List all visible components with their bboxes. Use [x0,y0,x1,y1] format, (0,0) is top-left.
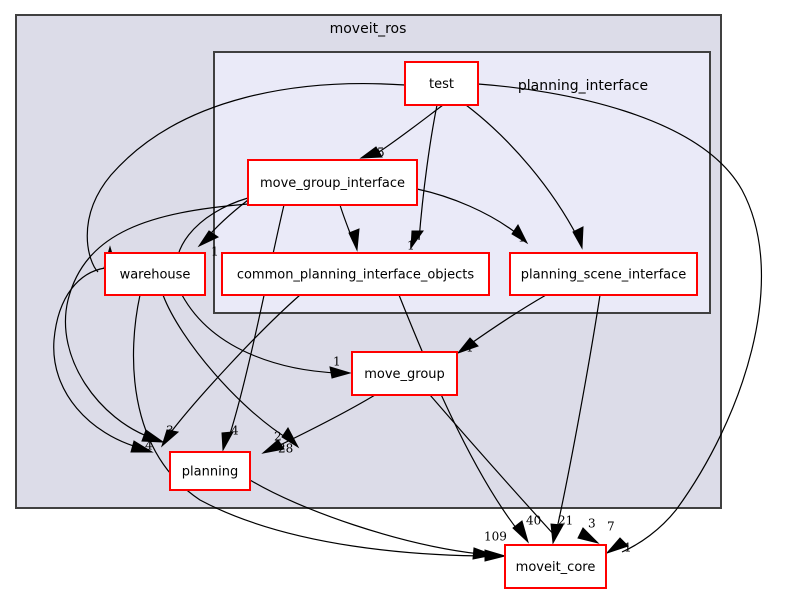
dependency-graph: moveit_ros planning_interface 51411114124… [0,0,792,596]
node-planning[interactable]: planning [169,451,251,491]
edge-weight-label: 3 [588,517,596,531]
node-move_group[interactable]: move_group [351,351,458,396]
node-common_planning_interface_objects[interactable]: common_planning_interface_objects [221,252,490,296]
node-label: planning [182,465,238,480]
node-label: planning_scene_interface [521,268,687,283]
edge-weight-label: 40 [526,514,541,528]
node-label: moveit_core [516,560,596,575]
edge-weight-label: 7 [607,520,615,534]
edge-weight-label: 1 [518,231,526,245]
edge-weight-label: 109 [484,530,507,544]
edge-weight-label: 4 [231,424,239,438]
edge-weight-label: 28 [278,442,293,456]
node-label: move_group [364,367,445,382]
cluster-label-moveit_ros: moveit_ros [330,21,407,37]
edge-weight-label: 1 [466,341,474,355]
edge-weight-label: 1 [351,231,359,245]
edge-weight-label: 3 [166,424,174,438]
node-label: move_group_interface [260,176,405,191]
edge-weight-label: 1 [211,245,219,259]
graph-canvas: moveit_rosplanning_interface 514111 14124… [15,14,762,589]
edge-weight-label: 5 [377,146,385,160]
edge-weight-label: 1 [624,541,632,555]
edge-weight-label: 4 [576,227,584,241]
node-moveit_core[interactable]: moveit_core [504,544,607,589]
node-label: test [429,77,454,92]
node-planning_scene_interface[interactable]: planning_scene_interface [509,252,698,296]
node-test[interactable]: test [404,61,479,106]
node-label: warehouse [120,268,191,283]
cluster-label-planning_interface: planning_interface [518,78,648,94]
edge-weight-label: 1 [407,239,415,253]
node-move_group_interface[interactable]: move_group_interface [247,159,418,206]
edge-weight-label: 1 [333,355,341,369]
node-label: common_planning_interface_objects [237,268,475,283]
node-warehouse[interactable]: warehouse [104,252,206,296]
